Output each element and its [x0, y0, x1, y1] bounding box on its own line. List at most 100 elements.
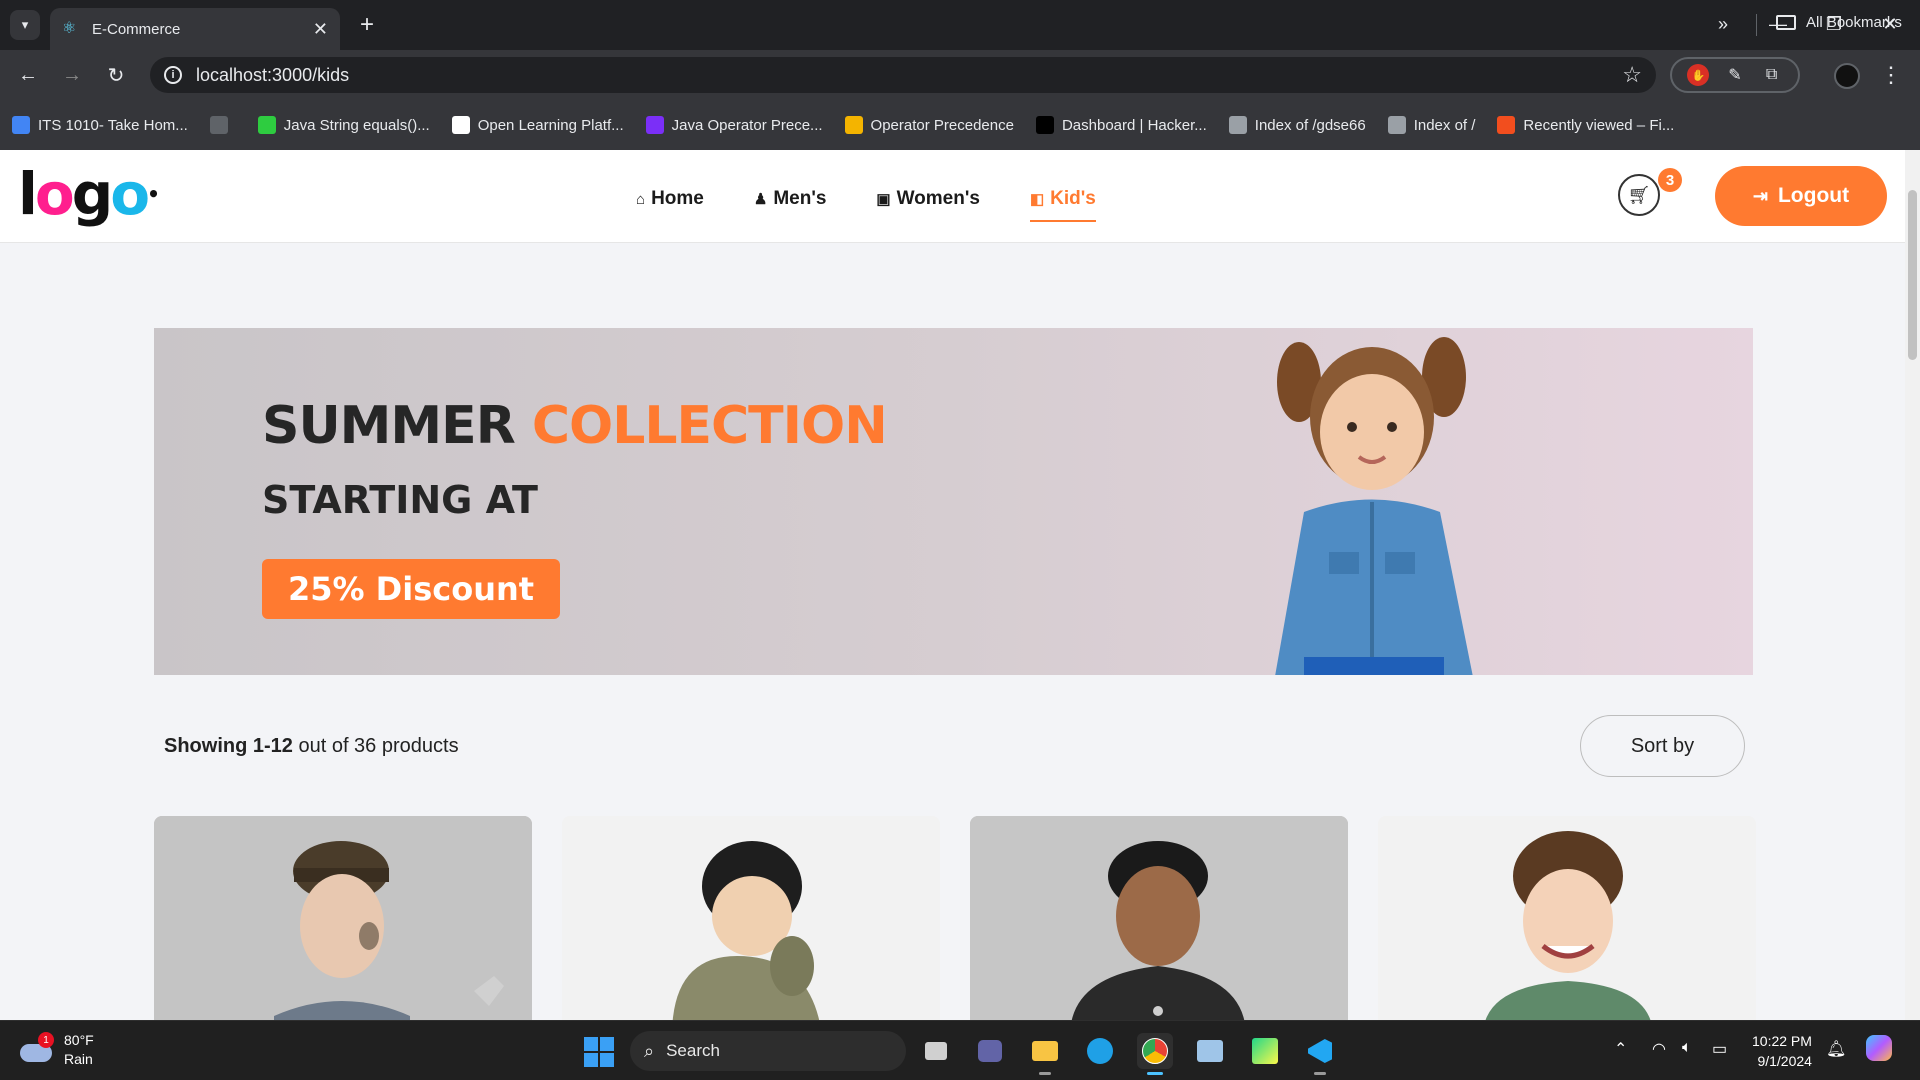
results-range: Showing 1-12 — [164, 735, 293, 757]
system-clock[interactable]: 10:22 PM 9/1/2024 — [1752, 1031, 1812, 1071]
site-logo[interactable]: logo• — [18, 164, 160, 224]
show-hidden-icons-icon[interactable]: ⌃ — [1614, 1039, 1627, 1059]
cart-button[interactable]: 🛒︎ — [1618, 174, 1660, 216]
cart-count-badge: 3 — [1658, 168, 1682, 192]
bookmark-favicon-icon — [844, 116, 863, 134]
new-tab-button[interactable]: + — [352, 10, 382, 40]
main-navigation: ⌂ Home ♟ Men's ▣ Women's ◧ Kid's — [636, 186, 1096, 222]
edge-icon[interactable] — [1082, 1033, 1118, 1069]
bookmark-item[interactable] — [209, 116, 236, 134]
promo-banner: SUMMER COLLECTION STARTING AT 25% Discou… — [154, 328, 1753, 675]
nav-womens[interactable]: ▣ Women's — [876, 186, 980, 212]
logout-button[interactable]: ⇥ Logout — [1715, 166, 1887, 226]
nav-home[interactable]: ⌂ Home — [636, 186, 704, 212]
bookmark-favicon-icon — [12, 116, 30, 134]
bookmark-label: Index of /gdse66 — [1254, 116, 1366, 134]
tab-title: E-Commerce — [92, 20, 181, 38]
adblock-extension-icon[interactable]: ✋ — [1687, 64, 1710, 86]
search-icon: ⌕ — [644, 1040, 655, 1061]
banner-heading-accent: COLLECTION — [531, 396, 888, 456]
nav-label: Men's — [773, 188, 827, 209]
bookmark-item[interactable]: Operator Precedence — [844, 116, 1014, 134]
nav-kids[interactable]: ◧ Kid's — [1029, 186, 1096, 222]
bookmark-item[interactable]: Recently viewed – Fi... — [1497, 116, 1674, 134]
nav-mens[interactable]: ♟ Men's — [754, 186, 827, 212]
battery-icon[interactable]: ▭ — [1712, 1039, 1727, 1059]
browser-tab-strip: ▾ ⚛ E-Commerce ✕ + — ❐ ✕ — [0, 0, 1920, 50]
banner-heading: SUMMER COLLECTION — [262, 396, 888, 456]
reload-button[interactable]: ↻ — [100, 59, 132, 91]
bookmark-label: Java Operator Prece... — [671, 116, 823, 134]
results-total: out of 36 products — [292, 735, 459, 757]
bookmark-label: Index of / — [1413, 116, 1476, 134]
clock-date: 9/1/2024 — [1757, 1053, 1812, 1069]
bookmark-item[interactable]: Index of /gdse66 — [1228, 116, 1366, 134]
logout-icon: ⇥ — [1752, 185, 1768, 206]
bookmark-item[interactable]: ITS 1010- Take Hom... — [12, 116, 188, 134]
file-explorer-icon[interactable] — [1027, 1033, 1063, 1075]
bookmark-label: Operator Precedence — [870, 116, 1014, 134]
sort-by-button[interactable]: Sort by — [1580, 715, 1745, 777]
profile-avatar[interactable] — [1834, 63, 1860, 89]
pycharm-icon[interactable] — [1247, 1033, 1283, 1069]
all-bookmarks-label: All Bookmarks — [1806, 14, 1902, 31]
product-card[interactable] — [1378, 816, 1756, 1020]
chrome-icon[interactable] — [1137, 1033, 1173, 1075]
task-view-icon[interactable] — [918, 1033, 954, 1069]
site-info-icon[interactable]: i — [164, 66, 182, 84]
bookmark-star-icon[interactable]: ☆ — [1622, 62, 1642, 88]
color-picker-extension-icon[interactable]: ✎ — [1724, 64, 1746, 86]
teams-icon[interactable] — [972, 1033, 1008, 1069]
product-card[interactable] — [562, 816, 940, 1020]
volume-icon[interactable]: 🔈︎ — [1682, 1039, 1692, 1057]
taskbar-search-label: Search — [666, 1041, 720, 1060]
react-icon: ⚛ — [62, 20, 77, 37]
tab-search-button[interactable]: ▾ — [10, 10, 40, 40]
bookmark-favicon-icon — [1497, 116, 1516, 134]
logout-label: Logout — [1777, 184, 1850, 207]
bookmark-item[interactable]: Dashboard | Hacker... — [1035, 116, 1207, 134]
product-card[interactable] — [970, 816, 1348, 1020]
bookmark-item[interactable]: Index of / — [1387, 116, 1476, 134]
close-tab-icon[interactable]: ✕ — [313, 19, 328, 40]
weather-condition: Rain — [64, 1051, 93, 1067]
home-icon: ⌂ — [636, 190, 646, 208]
scrollbar-thumb[interactable] — [1908, 190, 1917, 360]
bookmark-label: Open Learning Platf... — [477, 116, 624, 134]
address-bar[interactable]: i localhost:3000/kids ☆ — [150, 57, 1656, 93]
bookmark-item[interactable]: Java Operator Prece... — [645, 116, 823, 134]
more-bookmarks-icon[interactable]: » — [1718, 14, 1728, 35]
browser-tab[interactable]: ⚛ E-Commerce ✕ — [50, 8, 340, 50]
wifi-icon[interactable]: ◠ — [1652, 1039, 1666, 1059]
taskbar-search[interactable]: ⌕ Search — [630, 1031, 906, 1071]
cart-icon: 🛒︎ — [1627, 184, 1651, 205]
bookmark-label: Recently viewed – Fi... — [1523, 116, 1675, 134]
bookmark-favicon-icon — [257, 116, 276, 134]
banner-subheading: STARTING AT — [262, 478, 538, 522]
logo-letter-o1: o — [34, 160, 75, 228]
product-image — [562, 816, 940, 1020]
bookmark-item[interactable]: Open Learning Platf... — [451, 116, 624, 134]
product-image — [1378, 816, 1756, 1020]
notifications-bell-icon[interactable]: 🔔︎ — [1826, 1039, 1846, 1059]
bookmark-favicon-icon — [1035, 116, 1054, 134]
bookmark-item[interactable]: Java String equals()... — [257, 116, 430, 134]
product-card[interactable] — [154, 816, 532, 1020]
extensions-puzzle-icon[interactable]: ⧉ — [1761, 64, 1783, 86]
forward-button[interactable]: → — [56, 59, 88, 91]
site-header: logo• ⌂ Home ♟ Men's ▣ Women's ◧ Kid's 🛒︎ 3 ⇥ L… — [0, 150, 1905, 243]
start-button[interactable] — [584, 1037, 614, 1067]
banner-kid-image — [1275, 337, 1473, 675]
back-button[interactable]: ← — [12, 59, 44, 91]
bookmark-favicon-icon — [1387, 116, 1406, 134]
all-bookmarks-button[interactable]: All Bookmarks — [1776, 14, 1902, 31]
bookmark-favicon-icon — [1228, 116, 1247, 134]
photos-icon[interactable] — [1192, 1033, 1228, 1069]
browser-menu-icon[interactable]: ⋮ — [1880, 62, 1902, 88]
women-icon: ▣ — [876, 191, 891, 208]
page-scrollbar[interactable] — [1905, 150, 1920, 1020]
vscode-icon[interactable] — [1302, 1033, 1338, 1075]
logo-letter-o2: o — [110, 160, 150, 228]
weather-widget[interactable]: 1 80°F Rain — [20, 1031, 94, 1069]
copilot-icon[interactable] — [1866, 1035, 1892, 1061]
